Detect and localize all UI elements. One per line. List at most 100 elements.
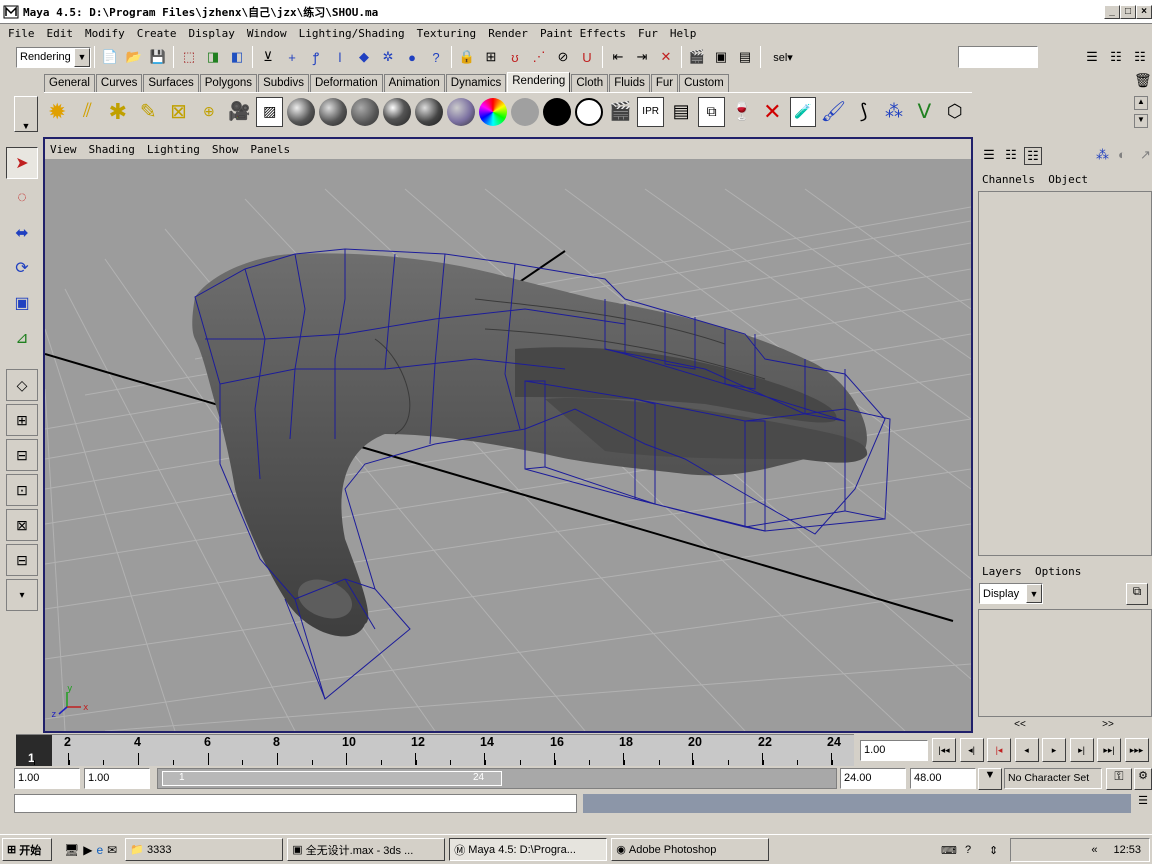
shelf-scroll-up[interactable]: ▲ [1134, 96, 1148, 110]
task-folder-3333[interactable]: 📁 3333 [125, 838, 284, 861]
render-globals-shelf-icon[interactable]: ▤ [668, 97, 694, 127]
command-line-input[interactable] [14, 794, 577, 813]
rotate-tool-icon[interactable]: ⟳ [6, 252, 38, 284]
maximize-button[interactable]: □ [1120, 5, 1136, 19]
ipr-icon[interactable]: IPR [637, 96, 664, 127]
camera-icon[interactable]: 🎥 [226, 97, 252, 127]
current-time-field[interactable]: 1.00 [860, 740, 928, 761]
menu-lighting-shading[interactable]: Lighting/Shading [299, 27, 405, 40]
panel-menu-panels[interactable]: Panels [250, 143, 290, 156]
paint-canvas-icon[interactable]: ⬡ [942, 97, 968, 127]
object-menu[interactable]: Object [1048, 173, 1088, 186]
layers-menu[interactable]: Layers [982, 565, 1022, 578]
select-tool-icon[interactable]: ➤ [6, 147, 38, 179]
paint-brush-icon[interactable]: 🖌 [820, 97, 846, 127]
new-layer-icon[interactable]: ⧉ [1126, 583, 1148, 605]
pin-icon[interactable]: ↗ [1140, 147, 1152, 165]
hypershade-layout-icon[interactable]: ⊠ [6, 509, 38, 541]
shelf-tab-animation[interactable]: Animation [383, 74, 445, 92]
menu-modify[interactable]: Modify [85, 27, 125, 40]
delete-unused-icon[interactable]: ✕ [759, 97, 785, 127]
select-component-icon[interactable]: ◧ [227, 47, 247, 67]
perspective-graph-layout-icon[interactable]: ⊡ [6, 474, 38, 506]
shelf-tab-fur[interactable]: Fur [650, 74, 679, 92]
channel-box-only-icon[interactable]: ☰ [980, 147, 998, 165]
shelf-tab-dynamics[interactable]: Dynamics [445, 74, 507, 92]
step-forward-frame-button[interactable]: ▸| [1069, 738, 1094, 762]
shelf-tab-general[interactable]: General [44, 74, 95, 92]
end-time-field[interactable]: 48.00 [910, 768, 976, 789]
construction-history-icon[interactable]: ✕ [656, 47, 676, 67]
directional-light-icon[interactable]: ⫽ [74, 97, 100, 127]
menu-set-select[interactable]: Rendering ▼ [16, 46, 91, 68]
render-icon[interactable]: 🎬 [607, 97, 633, 127]
menu-edit[interactable]: Edit [47, 27, 74, 40]
close-button[interactable]: × [1136, 5, 1152, 19]
render-globals-icon[interactable]: ▤ [735, 47, 755, 67]
graph-editor-layout-icon[interactable]: ⊟ [6, 544, 38, 576]
mask-menu-icon[interactable]: ⊻ [258, 47, 278, 67]
panel-menu-lighting[interactable]: Lighting [147, 143, 200, 156]
four-view-layout-icon[interactable]: ⊞ [6, 404, 38, 436]
layer-type-select[interactable]: Display ▼ [979, 583, 1043, 604]
selection-mode-label[interactable]: sel▾ [766, 47, 800, 67]
attribute-editor-icon[interactable]: ⁂ [1096, 147, 1114, 165]
menu-file[interactable]: File [8, 27, 35, 40]
hand-mesh[interactable] [192, 248, 891, 700]
select-dynamics-icon[interactable]: ● [402, 47, 422, 67]
shelf-scroll-down[interactable]: ▼ [1134, 114, 1148, 128]
show-hide-attribute-icon[interactable]: ☰ [1082, 47, 1102, 67]
anisotropic-shader-icon[interactable] [287, 97, 315, 127]
show-hidden-icons-button[interactable]: « [1091, 844, 1097, 856]
outlook-icon[interactable]: ✉ [107, 843, 117, 857]
shelf-tab-curves[interactable]: Curves [95, 74, 143, 92]
shelf-tab-polygons[interactable]: Polygons [199, 74, 258, 92]
panel-menu-show[interactable]: Show [212, 143, 239, 156]
perspective-outliner-layout-icon[interactable]: ⊟ [6, 439, 38, 471]
hypershade-window-icon[interactable]: ⧉ [698, 96, 725, 127]
render-view-icon[interactable]: 🍷 [729, 97, 755, 127]
playback-start-field[interactable]: 1.00 [84, 768, 150, 789]
paint-fx-icon[interactable]: ⟆ [851, 97, 877, 127]
snap-view-plane-icon[interactable]: ⊘ [553, 47, 573, 67]
panel-menu-shading[interactable]: Shading [89, 143, 135, 156]
perspective-view[interactable]: y x z persp [44, 159, 972, 745]
select-rendering-icon[interactable]: ? [426, 47, 446, 67]
tray-arrow-icon[interactable]: ⇕ [989, 844, 998, 857]
ambient-light-icon[interactable]: ✹ [44, 97, 70, 127]
layered-shader-icon[interactable] [447, 97, 475, 127]
menu-paint-effects[interactable]: Paint Effects [540, 27, 626, 40]
select-object-icon[interactable]: ◨ [203, 47, 223, 67]
area-light-icon[interactable]: ⊠ [165, 97, 191, 127]
shelf-tab-fluids[interactable]: Fluids [609, 74, 650, 92]
go-to-end-button[interactable]: ▸▸▸ [1124, 738, 1149, 762]
shading-map-icon[interactable] [511, 97, 539, 127]
auto-key-icon[interactable]: ⚿ [1106, 768, 1132, 790]
open-scene-icon[interactable]: 📂 [124, 47, 144, 67]
desktop-icon[interactable]: 🖥 [64, 843, 79, 857]
step-back-frame-button[interactable]: |◂ [987, 738, 1011, 762]
minimize-button[interactable]: _ [1104, 5, 1120, 19]
show-hide-tool-settings-icon[interactable]: ☷ [1130, 47, 1150, 67]
trash-icon[interactable]: 🗑 [1134, 72, 1152, 89]
select-deformations-icon[interactable]: ✲ [378, 47, 398, 67]
task-maya[interactable]: Ⓜ Maya 4.5: D:\Progra... [449, 838, 608, 861]
snap-curve-icon[interactable]: ʊ [505, 47, 525, 67]
ramp-shader-icon[interactable] [479, 97, 507, 127]
shelf-tab-subdivs[interactable]: Subdivs [258, 74, 309, 92]
phong-shader-icon[interactable] [383, 97, 411, 127]
shelf-tab-rendering[interactable]: Rendering [507, 72, 571, 92]
shelf-tab-surfaces[interactable]: Surfaces [143, 74, 199, 92]
menu-create[interactable]: Create [137, 27, 177, 40]
menu-render[interactable]: Render [488, 27, 528, 40]
time-slider[interactable]: 1 2 4 6 8 10 12 14 16 18 20 22 24 [16, 734, 854, 766]
tool-settings-icon[interactable]: ◐ [1118, 147, 1136, 165]
scroll-right-button[interactable]: >> [1102, 719, 1114, 733]
use-background-icon[interactable] [575, 97, 603, 127]
volume-light-icon[interactable]: ⊕ [196, 97, 222, 127]
ipr-render-icon[interactable]: ▣ [711, 47, 731, 67]
phong-e-shader-icon[interactable] [415, 97, 443, 127]
viewport-panel[interactable]: View Shading Lighting Show Panels y x z [43, 137, 973, 745]
range-slider[interactable]: 1 24 [157, 768, 837, 789]
quick-select-field[interactable] [958, 46, 1038, 68]
